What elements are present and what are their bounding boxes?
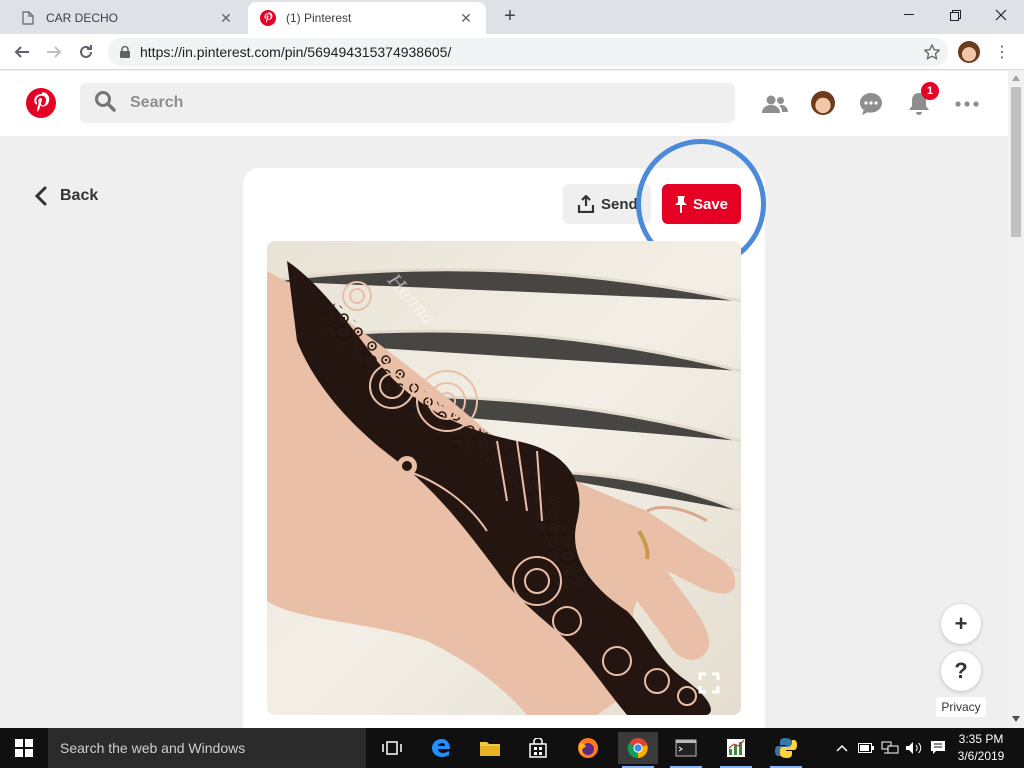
forward-arrow-icon[interactable]: [42, 40, 66, 64]
chrome-profile-avatar[interactable]: [958, 41, 980, 63]
taskbar-search-placeholder: Search the web and Windows: [60, 740, 246, 756]
address-bar[interactable]: https://in.pinterest.com/pin/56949431537…: [108, 38, 948, 66]
show-hidden-icons-icon[interactable]: [832, 738, 852, 758]
minimize-button[interactable]: [886, 0, 932, 30]
notification-count-badge: 1: [921, 82, 939, 100]
browser-toolbar: https://in.pinterest.com/pin/56949431537…: [0, 34, 1024, 70]
chrome-menu-icon[interactable]: ⋮: [990, 40, 1014, 64]
action-center-icon[interactable]: [928, 738, 948, 758]
messages-icon[interactable]: [857, 90, 885, 118]
python-icon[interactable]: [766, 732, 806, 768]
file-explorer-icon[interactable]: [470, 732, 510, 764]
taskbar-clock[interactable]: 3:35 PM 3/6/2019: [956, 731, 1006, 765]
volume-icon[interactable]: [904, 738, 924, 758]
clock-time: 3:35 PM: [958, 732, 1004, 746]
edge-browser-icon[interactable]: [422, 732, 462, 764]
chart-app-icon[interactable]: [716, 732, 756, 768]
user-avatar[interactable]: [811, 91, 835, 115]
more-options-icon[interactable]: [953, 90, 981, 118]
add-plus-button[interactable]: +: [941, 604, 981, 644]
search-placeholder: Search: [130, 94, 184, 111]
browser-tab-car-decho[interactable]: CAR DECHO ✕: [8, 2, 246, 34]
reload-icon[interactable]: [74, 40, 98, 64]
network-icon[interactable]: [880, 738, 900, 758]
pin-image[interactable]: Henna: [267, 241, 741, 715]
bookmark-star-icon[interactable]: [920, 40, 944, 64]
privacy-link[interactable]: Privacy: [936, 697, 986, 717]
windows-start-icon[interactable]: [0, 728, 48, 768]
share-upload-icon: [577, 195, 595, 213]
new-tab-button[interactable]: +: [498, 4, 522, 28]
terminal-icon[interactable]: [666, 732, 706, 768]
people-icon[interactable]: [761, 90, 789, 118]
expand-fullscreen-icon[interactable]: [698, 672, 720, 694]
send-label: Send: [601, 195, 638, 213]
browser-tab-pinterest[interactable]: (1) Pinterest ✕: [248, 2, 486, 34]
search-input[interactable]: Search: [80, 83, 735, 123]
close-tab-icon[interactable]: ✕: [218, 10, 234, 26]
windows-taskbar: Search the web and Windows 3:35 PM 3/6/2…: [0, 728, 1024, 768]
battery-icon[interactable]: [856, 738, 876, 758]
search-icon: [94, 90, 116, 117]
back-label: Back: [60, 187, 99, 204]
chevron-left-icon: [34, 186, 47, 206]
lock-icon: [120, 46, 130, 58]
pinterest-logo-icon[interactable]: [26, 88, 56, 118]
firefox-icon[interactable]: [568, 732, 608, 764]
task-view-icon[interactable]: [372, 732, 412, 764]
restore-button[interactable]: [932, 0, 978, 30]
taskbar-search-input[interactable]: Search the web and Windows: [48, 728, 366, 768]
tab-title: CAR DECHO: [46, 11, 119, 25]
pinterest-favicon-icon: [260, 10, 276, 26]
back-link[interactable]: Back: [34, 186, 98, 206]
page-scrollbar[interactable]: [1008, 71, 1024, 728]
browser-tab-strip: CAR DECHO ✕ (1) Pinterest ✕ +: [0, 0, 1024, 34]
pinterest-header: Search 1: [0, 71, 1008, 136]
document-icon: [20, 10, 36, 26]
tab-title: (1) Pinterest: [286, 11, 352, 25]
scrollbar-thumb[interactable]: [1011, 87, 1021, 237]
clock-date: 3/6/2019: [957, 749, 1005, 763]
help-question-button[interactable]: ?: [941, 651, 981, 691]
chrome-taskbar-icon[interactable]: [618, 732, 658, 768]
url-text: https://in.pinterest.com/pin/56949431537…: [140, 44, 452, 60]
close-tab-icon[interactable]: ✕: [458, 10, 474, 26]
back-arrow-icon[interactable]: [10, 40, 34, 64]
store-icon[interactable]: [518, 732, 558, 764]
close-window-button[interactable]: [978, 0, 1024, 30]
